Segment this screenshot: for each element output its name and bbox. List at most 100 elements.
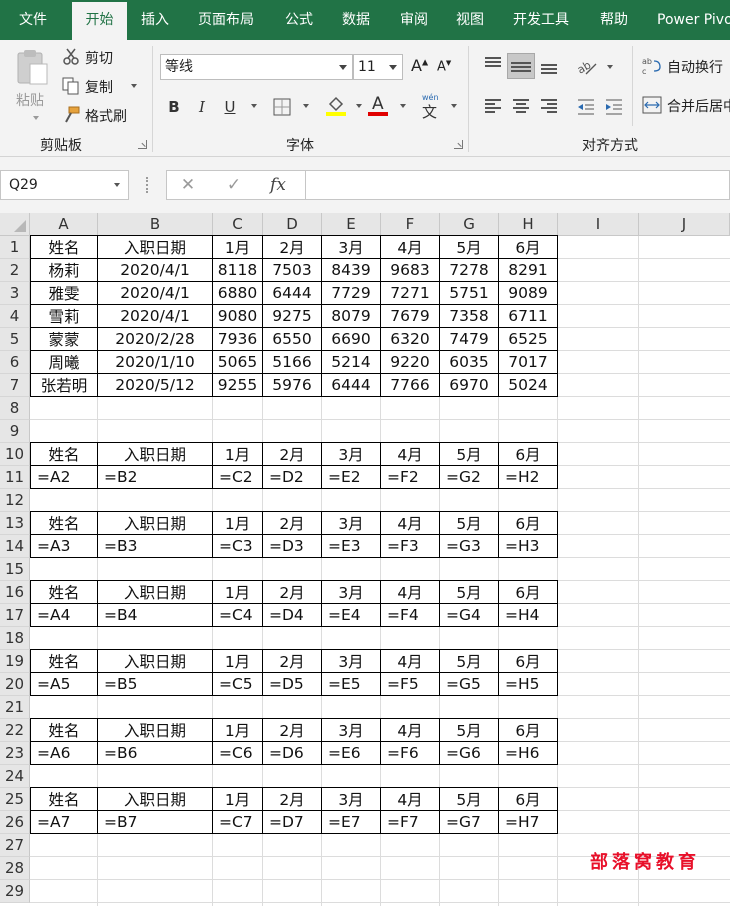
- row-header-24[interactable]: 24: [0, 765, 30, 788]
- slip-formula-cell-f[interactable]: =F4: [381, 603, 440, 627]
- slip-header-cell-e[interactable]: 3月: [322, 649, 381, 673]
- slip-formula-cell-d[interactable]: =D4: [263, 603, 322, 627]
- data-cell-h[interactable]: 9089: [499, 281, 558, 305]
- tab-power-pivot[interactable]: Power Pivot: [657, 0, 730, 40]
- slip-header-cell-e[interactable]: 3月: [322, 442, 381, 466]
- data-cell-d[interactable]: 5976: [263, 373, 322, 397]
- slip-header-cell-f[interactable]: 4月: [381, 580, 440, 604]
- row-header-21[interactable]: 21: [0, 696, 30, 719]
- slip-header-cell-g[interactable]: 5月: [440, 511, 499, 535]
- data-cell-g[interactable]: 6970: [440, 373, 499, 397]
- slip-formula-cell-e[interactable]: =E7: [322, 810, 381, 834]
- slip-header-cell-e[interactable]: 3月: [322, 787, 381, 811]
- slip-formula-cell-c[interactable]: =C4: [213, 603, 263, 627]
- row-header-25[interactable]: 25: [0, 788, 30, 811]
- name-box-dropdown-icon[interactable]: [114, 183, 120, 187]
- slip-header-cell-g[interactable]: 5月: [440, 580, 499, 604]
- font-color-button[interactable]: A: [368, 94, 390, 118]
- slip-header-cell-a[interactable]: 姓名: [30, 787, 98, 811]
- row-header-23[interactable]: 23: [0, 742, 30, 765]
- slip-formula-cell-h[interactable]: =H7: [499, 810, 558, 834]
- row-header-16[interactable]: 16: [0, 581, 30, 604]
- slip-formula-cell-b[interactable]: =B2: [98, 465, 213, 489]
- slip-header-cell-h[interactable]: 6月: [499, 442, 558, 466]
- slip-formula-cell-a[interactable]: =A7: [30, 810, 98, 834]
- slip-header-cell-a[interactable]: 姓名: [30, 649, 98, 673]
- data-cell-b[interactable]: 2020/4/1: [98, 304, 213, 328]
- slip-formula-cell-a[interactable]: =A3: [30, 534, 98, 558]
- paste-dropdown-icon[interactable]: [33, 116, 39, 120]
- slip-header-cell-a[interactable]: 姓名: [30, 580, 98, 604]
- header-cell-f[interactable]: 4月: [381, 235, 440, 259]
- header-cell-a[interactable]: 姓名: [30, 235, 98, 259]
- row-header-10[interactable]: 10: [0, 443, 30, 466]
- slip-formula-cell-g[interactable]: =G3: [440, 534, 499, 558]
- slip-formula-cell-h[interactable]: =H6: [499, 741, 558, 765]
- slip-header-cell-f[interactable]: 4月: [381, 718, 440, 742]
- data-cell-c[interactable]: 6880: [213, 281, 263, 305]
- row-header-7[interactable]: 7: [0, 374, 30, 397]
- data-cell-a[interactable]: 雪莉: [30, 304, 98, 328]
- column-header-f[interactable]: F: [381, 213, 440, 236]
- data-cell-a[interactable]: 雅雯: [30, 281, 98, 305]
- font-size-combo[interactable]: 11: [353, 54, 403, 80]
- row-header-2[interactable]: 2: [0, 259, 30, 282]
- slip-formula-cell-b[interactable]: =B3: [98, 534, 213, 558]
- worksheet-grid[interactable]: ABCDEFGHIJ 1 2 3 4 5 6 7 8 9 10 11 12 13 14 15 16 17 18 19…: [0, 213, 730, 906]
- data-cell-b[interactable]: 2020/4/1: [98, 258, 213, 282]
- slip-header-cell-h[interactable]: 6月: [499, 649, 558, 673]
- row-header-26[interactable]: 26: [0, 811, 30, 834]
- slip-formula-cell-f[interactable]: =F2: [381, 465, 440, 489]
- data-cell-c[interactable]: 7936: [213, 327, 263, 351]
- slip-header-cell-g[interactable]: 5月: [440, 718, 499, 742]
- slip-header-cell-g[interactable]: 5月: [440, 787, 499, 811]
- data-cell-e[interactable]: 8439: [322, 258, 381, 282]
- slip-formula-cell-f[interactable]: =F7: [381, 810, 440, 834]
- copy-dropdown-icon[interactable]: [131, 84, 137, 88]
- row-header-12[interactable]: 12: [0, 489, 30, 512]
- row-header-4[interactable]: 4: [0, 305, 30, 328]
- data-cell-g[interactable]: 5751: [440, 281, 499, 305]
- tab-data[interactable]: 数据: [342, 0, 370, 40]
- tab-formulas[interactable]: 公式: [285, 0, 313, 40]
- header-cell-c[interactable]: 1月: [213, 235, 263, 259]
- data-cell-a[interactable]: 张若明: [30, 373, 98, 397]
- decrease-font-size-button[interactable]: A▼: [437, 59, 451, 74]
- slip-header-cell-b[interactable]: 入职日期: [98, 718, 213, 742]
- slip-formula-cell-e[interactable]: =E5: [322, 672, 381, 696]
- slip-formula-cell-b[interactable]: =B6: [98, 741, 213, 765]
- decrease-indent-icon[interactable]: [576, 98, 596, 116]
- data-cell-c[interactable]: 5065: [213, 350, 263, 374]
- middle-align-icon[interactable]: [507, 53, 535, 79]
- data-cell-d[interactable]: 5166: [263, 350, 322, 374]
- row-header-6[interactable]: 6: [0, 351, 30, 374]
- row-header-27[interactable]: 27: [0, 834, 30, 857]
- slip-header-cell-c[interactable]: 1月: [213, 787, 263, 811]
- data-cell-e[interactable]: 6690: [322, 327, 381, 351]
- data-cell-h[interactable]: 6525: [499, 327, 558, 351]
- slip-header-cell-d[interactable]: 2月: [263, 718, 322, 742]
- data-cell-g[interactable]: 7278: [440, 258, 499, 282]
- slip-formula-cell-d[interactable]: =D6: [263, 741, 322, 765]
- data-cell-a[interactable]: 杨莉: [30, 258, 98, 282]
- slip-header-cell-h[interactable]: 6月: [499, 511, 558, 535]
- slip-header-cell-f[interactable]: 4月: [381, 649, 440, 673]
- row-header-15[interactable]: 15: [0, 558, 30, 581]
- row-header-8[interactable]: 8: [0, 397, 30, 420]
- paste-button[interactable]: 粘贴: [10, 46, 54, 126]
- slip-header-cell-c[interactable]: 1月: [213, 511, 263, 535]
- slip-header-cell-h[interactable]: 6月: [499, 580, 558, 604]
- increase-indent-icon[interactable]: [604, 98, 624, 116]
- data-cell-f[interactable]: 9220: [381, 350, 440, 374]
- slip-header-cell-b[interactable]: 入职日期: [98, 649, 213, 673]
- tab-help[interactable]: 帮助: [600, 0, 628, 40]
- row-header-22[interactable]: 22: [0, 719, 30, 742]
- slip-formula-cell-d[interactable]: =D7: [263, 810, 322, 834]
- slip-formula-cell-e[interactable]: =E2: [322, 465, 381, 489]
- data-cell-f[interactable]: 9683: [381, 258, 440, 282]
- row-header-5[interactable]: 5: [0, 328, 30, 351]
- underline-dropdown-icon[interactable]: [251, 104, 257, 108]
- name-box[interactable]: Q29: [0, 170, 129, 200]
- insert-function-icon[interactable]: fx: [265, 171, 291, 199]
- tab-developer[interactable]: 开发工具: [513, 0, 569, 40]
